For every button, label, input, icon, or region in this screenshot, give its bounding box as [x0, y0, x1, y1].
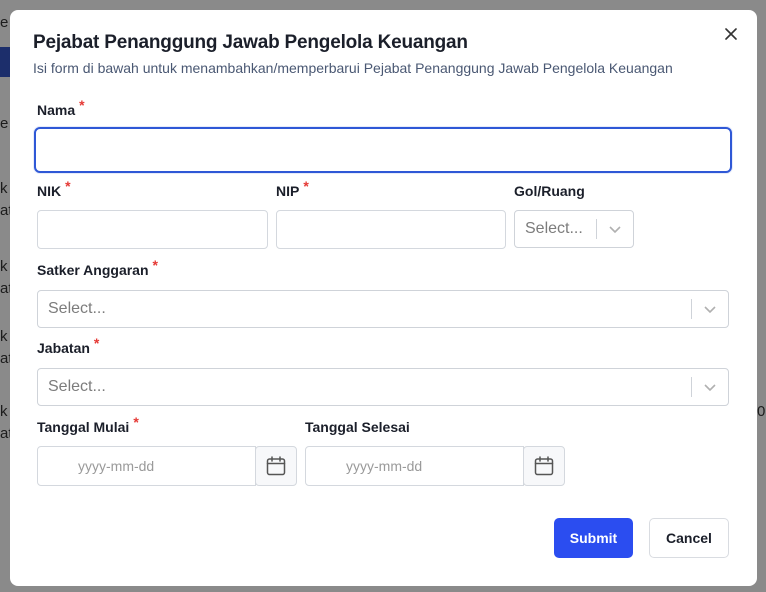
background-text: k — [0, 180, 8, 197]
background-text: e — [0, 14, 9, 31]
tanggal-selesai-label: Tanggal Selesai — [305, 419, 410, 435]
close-icon[interactable] — [721, 24, 741, 44]
satker-anggaran-select[interactable]: Select... — [37, 290, 729, 328]
gol-ruang-label: Gol/Ruang — [514, 183, 585, 199]
nip-label: NIP * — [276, 178, 309, 199]
satker-anggaran-label: Satker Anggaran * — [37, 257, 158, 278]
chevron-down-icon[interactable] — [692, 304, 728, 314]
tanggal-mulai-label: Tanggal Mulai * — [37, 414, 139, 435]
required-marker: * — [152, 257, 158, 273]
nama-label: Nama * — [37, 97, 85, 118]
required-marker: * — [79, 97, 85, 113]
background-nav-bar — [0, 47, 10, 77]
satker-anggaran-placeholder: Select... — [48, 300, 106, 317]
tanggal-mulai-input[interactable]: yyyy-mm-dd — [37, 446, 256, 486]
nip-label-text: NIP — [276, 183, 300, 199]
nik-input[interactable] — [37, 210, 268, 249]
tanggal-selesai-placeholder: yyyy-mm-dd — [346, 458, 423, 474]
required-marker: * — [133, 414, 139, 430]
tanggal-mulai-label-text: Tanggal Mulai — [37, 419, 130, 435]
cancel-button[interactable]: Cancel — [649, 518, 729, 558]
tanggal-mulai-placeholder: yyyy-mm-dd — [78, 458, 155, 474]
satker-anggaran-label-text: Satker Anggaran — [37, 262, 149, 278]
modal-subtitle: Isi form di bawah untuk menambahkan/memp… — [33, 60, 673, 76]
submit-button[interactable]: Submit — [554, 518, 633, 558]
nip-input[interactable] — [276, 210, 506, 249]
chevron-down-icon[interactable] — [597, 224, 633, 234]
nama-label-text: Nama — [37, 102, 76, 118]
background-text: k — [0, 403, 8, 420]
nama-input[interactable] — [34, 127, 732, 173]
calendar-icon[interactable] — [255, 446, 297, 486]
chevron-down-icon[interactable] — [692, 382, 728, 392]
background-text: k — [0, 328, 8, 345]
jabatan-label-text: Jabatan — [37, 340, 90, 356]
tanggal-selesai-label-text: Tanggal Selesai — [305, 419, 410, 435]
jabatan-label: Jabatan * — [37, 335, 99, 356]
tanggal-selesai-input[interactable]: yyyy-mm-dd — [305, 446, 524, 486]
background-text: 0 — [757, 403, 766, 420]
gol-ruang-label-text: Gol/Ruang — [514, 183, 585, 199]
nik-label-text: NIK — [37, 183, 62, 199]
modal-dialog: Pejabat Penanggung Jawab Pengelola Keuan… — [10, 10, 757, 586]
required-marker: * — [65, 178, 71, 194]
modal-title: Pejabat Penanggung Jawab Pengelola Keuan… — [33, 32, 468, 53]
required-marker: * — [93, 335, 100, 351]
calendar-icon[interactable] — [523, 446, 565, 486]
gol-ruang-select[interactable]: Select... — [514, 210, 634, 248]
jabatan-placeholder: Select... — [48, 378, 106, 395]
background-text: e — [0, 115, 9, 132]
background-text: k — [0, 258, 8, 275]
jabatan-select[interactable]: Select... — [37, 368, 729, 406]
required-marker: * — [303, 178, 309, 194]
gol-ruang-placeholder: Select... — [525, 220, 583, 237]
nik-label: NIK * — [37, 178, 71, 199]
